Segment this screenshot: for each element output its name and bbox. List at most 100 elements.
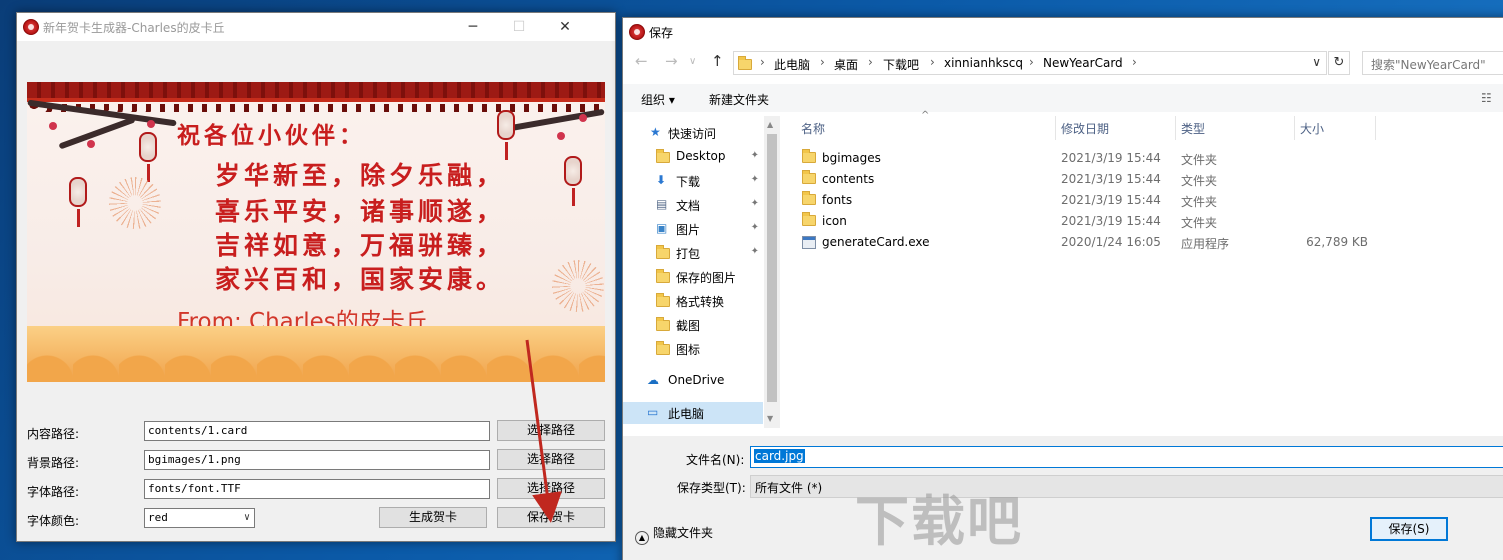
nav-item-screenshots[interactable]: 截图 [623, 314, 763, 336]
choose-font-path-button[interactable]: 选择路径 [497, 478, 605, 499]
title-bar[interactable]: 新年贺卡生成器-Charles的皮卡丘 ─ ☐ ✕ [17, 13, 615, 41]
nav-item-desktop[interactable]: Desktop ✦ [623, 146, 763, 168]
file-name: contents [822, 172, 875, 186]
nav-item-pack[interactable]: 打包 ✦ [623, 242, 763, 264]
file-name: generateCard.exe [822, 235, 930, 249]
back-arrow-icon[interactable]: ← [635, 52, 648, 70]
scroll-up-icon[interactable]: ▲ [767, 120, 773, 129]
breadcrumb-project[interactable]: xinnianhkscq [944, 56, 1023, 70]
file-date: 2021/3/19 15:44 [1061, 151, 1161, 165]
breadcrumb-downloads[interactable]: 下载吧 [883, 56, 919, 73]
dialog-toolbar: 组织 ▾ 新建文件夹 ☷ [623, 84, 1503, 112]
nav-item-this-pc[interactable]: ▭ 此电脑 [623, 402, 763, 424]
hide-folders-toggle[interactable]: ▲ 隐藏文件夹 [635, 524, 713, 545]
nav-item-label: 此电脑 [668, 407, 705, 421]
firework-decoration [552, 260, 604, 312]
refresh-icon[interactable]: ↻ [1328, 51, 1350, 75]
nav-item-downloads[interactable]: ⬇ 下载 ✦ [623, 170, 763, 192]
folder-icon [656, 317, 670, 331]
file-name: fonts [822, 193, 853, 207]
new-folder-button[interactable]: 新建文件夹 [709, 91, 769, 108]
nav-pane-scrollbar[interactable]: ▲ ▼ [764, 116, 780, 428]
card-preview: 祝各位小伙伴： 岁华新至，除夕乐融， 喜乐平安，诸事顺遂， 吉祥如意，万福骈臻，… [27, 82, 605, 382]
choose-background-path-button[interactable]: 选择路径 [497, 449, 605, 470]
picture-icon: ▣ [656, 221, 668, 235]
nav-item-quick-access[interactable]: ★ 快速访问 [623, 122, 763, 144]
folder-icon [738, 56, 752, 70]
blossom-decoration [557, 132, 565, 140]
background-path-input[interactable]: bgimages/1.png [144, 450, 490, 470]
column-divider[interactable] [1294, 116, 1295, 140]
nav-item-saved-pictures[interactable]: 保存的图片 [623, 266, 763, 288]
file-row[interactable]: icon 2021/3/19 15:44 文件夹 [798, 211, 1503, 232]
view-options-icon[interactable]: ☷ [1481, 91, 1492, 105]
file-date: 2020/1/24 16:05 [1061, 235, 1161, 249]
maximize-icon[interactable]: ☐ [496, 13, 542, 41]
choose-content-path-button[interactable]: 选择路径 [497, 420, 605, 441]
save-card-button[interactable]: 保存贺卡 [497, 507, 605, 528]
file-row[interactable]: bgimages 2021/3/19 15:44 文件夹 [798, 148, 1503, 169]
file-row[interactable]: generateCard.exe 2020/1/24 16:05 应用程序 62… [798, 232, 1503, 253]
breadcrumb-this-pc[interactable]: 此电脑 [774, 56, 810, 73]
file-row[interactable]: contents 2021/3/19 15:44 文件夹 [798, 169, 1503, 190]
forward-arrow-icon[interactable]: → [665, 52, 678, 70]
folder-icon [656, 245, 670, 259]
navigation-pane: ★ 快速访问 Desktop ✦ ⬇ 下载 ✦ ▤ 文档 ✦ ▣ 图片 ✦ 打包… [623, 116, 763, 436]
breadcrumb-newyearcard[interactable]: NewYearCard [1043, 56, 1123, 70]
column-divider[interactable] [1175, 116, 1176, 140]
save-dialog: 保存 ← → ∨ ↑ › 此电脑 › 桌面 › 下载吧 › xinnianhks… [622, 17, 1503, 560]
file-name: icon [822, 214, 847, 228]
download-icon: ⬇ [656, 173, 667, 187]
scrollbar-thumb[interactable] [767, 134, 777, 402]
address-bar[interactable]: › 此电脑 › 桌面 › 下载吧 › xinnianhkscq › NewYea… [733, 51, 1327, 75]
font-path-input[interactable]: fonts/font.TTF [144, 479, 490, 499]
pin-icon: ✦ [750, 222, 759, 233]
generate-card-button[interactable]: 生成贺卡 [379, 507, 487, 528]
content-path-input[interactable]: contents/1.card [144, 421, 490, 441]
scroll-down-icon[interactable]: ▼ [767, 414, 773, 423]
card-line-2: 喜乐平安，诸事顺遂， [215, 197, 506, 226]
chevron-down-icon: ∨ [243, 512, 250, 523]
pin-icon: ✦ [750, 246, 759, 257]
blossom-decoration [579, 114, 587, 122]
nav-item-onedrive[interactable]: ☁ OneDrive [623, 370, 763, 392]
column-header-size[interactable]: 大小 [1300, 120, 1324, 137]
column-header-name[interactable]: 名称 [801, 120, 825, 137]
folder-icon [802, 212, 816, 226]
nav-item-label: OneDrive [668, 373, 725, 387]
nav-item-label: 保存的图片 [676, 271, 737, 285]
nav-item-label: 快速访问 [668, 127, 717, 141]
breadcrumb-separator-icon: › [1132, 55, 1137, 69]
organize-menu[interactable]: 组织 ▾ [641, 91, 675, 108]
nav-item-format-convert[interactable]: 格式转换 [623, 290, 763, 312]
search-input[interactable]: 搜索"NewYearCard" [1362, 51, 1503, 75]
sort-up-icon: ^ [921, 110, 930, 121]
greeting-card-generator-window: 新年贺卡生成器-Charles的皮卡丘 ─ ☐ ✕ 祝各位小伙伴： 岁华新至，除… [16, 12, 616, 542]
nav-item-icons[interactable]: 图标 [623, 338, 763, 360]
minimize-icon[interactable]: ─ [450, 13, 496, 41]
breadcrumb-desktop[interactable]: 桌面 [834, 56, 858, 73]
lantern-decoration [564, 156, 582, 206]
card-greeting: 祝各位小伙伴： [177, 122, 366, 149]
dialog-title-bar[interactable]: 保存 [623, 18, 1503, 46]
font-color-value: red [148, 511, 168, 524]
roof-decoration [27, 82, 605, 102]
column-divider[interactable] [1055, 116, 1056, 140]
recent-chevron-icon[interactable]: ∨ [689, 56, 696, 67]
star-icon: ★ [650, 125, 661, 139]
file-row[interactable]: fonts 2021/3/19 15:44 文件夹 [798, 190, 1503, 211]
column-divider[interactable] [1375, 116, 1376, 140]
nav-item-pictures[interactable]: ▣ 图片 ✦ [623, 218, 763, 240]
save-button[interactable]: 保存(S) [1370, 517, 1448, 541]
pin-icon: ✦ [750, 150, 759, 161]
firework-decoration [109, 177, 161, 229]
address-dropdown-icon[interactable]: ∨ [1312, 55, 1321, 69]
font-color-select[interactable]: red ∨ [144, 508, 255, 528]
column-header-date[interactable]: 修改日期 [1061, 120, 1109, 137]
close-icon[interactable]: ✕ [542, 13, 588, 41]
up-arrow-icon[interactable]: ↑ [711, 52, 724, 70]
filename-input[interactable]: card.jpg [750, 446, 1503, 468]
breadcrumb-separator-icon: › [868, 55, 873, 69]
column-header-type[interactable]: 类型 [1181, 120, 1205, 137]
nav-item-documents[interactable]: ▤ 文档 ✦ [623, 194, 763, 216]
